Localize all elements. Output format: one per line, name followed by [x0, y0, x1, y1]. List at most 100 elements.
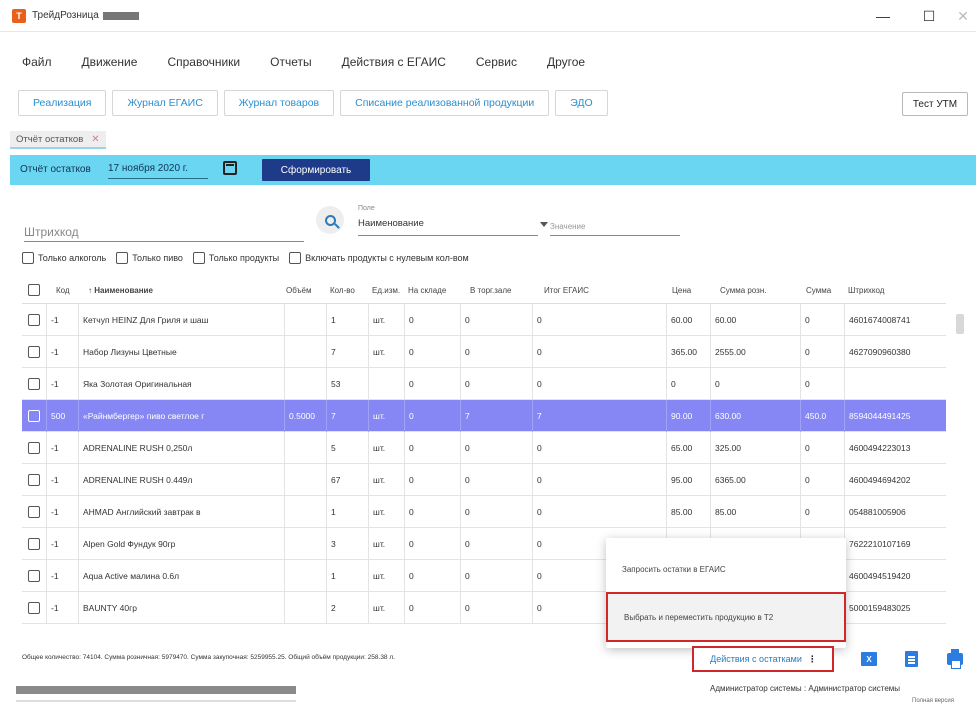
- generate-button[interactable]: Сформировать: [262, 159, 370, 181]
- tab-goods-journal[interactable]: Журнал товаров: [223, 90, 335, 116]
- tab-sales[interactable]: Реализация: [18, 90, 107, 116]
- scrollbar-thumb[interactable]: [956, 314, 964, 334]
- filter-label: Только пиво: [132, 253, 183, 263]
- stock-actions-button[interactable]: Действия с остатками ⋮: [692, 646, 834, 672]
- table-row[interactable]: -1 Кетчуп HEINZ Для Гриля и шаш 1 шт. 0 0 0 60.…: [22, 304, 946, 336]
- export-excel-button[interactable]: X: [854, 646, 884, 672]
- cell-egais: 0: [532, 304, 666, 336]
- col-code[interactable]: Код: [56, 286, 70, 295]
- document-tab[interactable]: Отчёт остатков ✕: [10, 131, 106, 149]
- filter-label: Только алкоголь: [38, 253, 107, 263]
- row-checkbox[interactable]: [28, 602, 40, 614]
- row-checkbox[interactable]: [28, 410, 40, 422]
- cell-volume: [284, 496, 326, 528]
- test-utm-button[interactable]: Тест УТМ: [902, 92, 968, 116]
- menu-file[interactable]: Файл: [22, 55, 52, 69]
- close-window-button[interactable]: ✕: [946, 0, 976, 32]
- filter-beer[interactable]: Только пиво: [116, 252, 183, 264]
- cell-egais: 0: [532, 368, 666, 400]
- col-price[interactable]: Цена: [672, 286, 691, 295]
- col-barcode[interactable]: Штрихкод: [848, 286, 884, 295]
- table-row[interactable]: -1 ADRENALINE RUSH 0,250л 5 шт. 0 0 0 65.00 325.…: [22, 432, 946, 464]
- filter-alcohol[interactable]: Только алкоголь: [22, 252, 106, 264]
- table-row[interactable]: -1 Яка Золотая Оригинальная 53 0 0 0 0 0 0: [22, 368, 946, 400]
- tab-egais-journal[interactable]: Журнал ЕГАИС: [112, 90, 218, 116]
- cell-qty: 1: [326, 560, 368, 592]
- table-row[interactable]: 500 «Райнмбергер» пиво светлое г 0.5000 7 шт…: [22, 400, 946, 432]
- filter-zero-qty[interactable]: Включать продукты с нулевым кол-вом: [289, 252, 469, 264]
- col-stock[interactable]: На складе: [408, 286, 446, 295]
- menu-service[interactable]: Сервис: [476, 55, 517, 69]
- cell-qty: 67: [326, 464, 368, 496]
- row-checkbox[interactable]: [28, 442, 40, 454]
- row-checkbox[interactable]: [28, 346, 40, 358]
- row-checkbox[interactable]: [28, 570, 40, 582]
- maximize-button[interactable]: ☐: [912, 0, 946, 32]
- menu-reports[interactable]: Отчеты: [270, 55, 311, 69]
- col-volume[interactable]: Объём: [286, 286, 312, 295]
- report-date-field[interactable]: 17 ноября 2020 г.: [108, 161, 208, 179]
- minimize-button[interactable]: —: [866, 0, 900, 32]
- checkbox[interactable]: [116, 252, 129, 264]
- col-hall[interactable]: В торг.зале: [470, 286, 511, 295]
- col-sum-retail[interactable]: Сумма розн.: [720, 286, 766, 295]
- cell-sum: 450.0: [800, 400, 844, 432]
- row-checkbox[interactable]: [28, 378, 40, 390]
- export-document-button[interactable]: [896, 646, 926, 672]
- barcode-input[interactable]: [24, 222, 304, 242]
- tab-edo[interactable]: ЭДО: [555, 90, 608, 116]
- row-checkbox[interactable]: [28, 314, 40, 326]
- search-button[interactable]: [316, 206, 344, 234]
- menu-bar: Файл Движение Справочники Отчеты Действи…: [0, 50, 976, 74]
- move-products-t2-item[interactable]: Выбрать и переместить продукцию в Т2: [606, 592, 846, 642]
- table-row[interactable]: -1 AHMAD Английский завтрак в 1 шт. 0 0 0 85.00…: [22, 496, 946, 528]
- cell-qty: 2: [326, 592, 368, 624]
- menu-egais-actions[interactable]: Действия с ЕГАИС: [342, 55, 446, 69]
- chevron-down-icon: [540, 222, 548, 227]
- cell-name: Alpen Gold Фундук 90гр: [78, 528, 284, 560]
- cell-sum-retail: 2555.00: [710, 336, 800, 368]
- cell-price: 95.00: [666, 464, 710, 496]
- cell-unit: шт.: [368, 464, 404, 496]
- col-egais[interactable]: Итог ЕГАИС: [544, 286, 589, 295]
- cell-volume: [284, 304, 326, 336]
- version-label: Полная версия: [912, 698, 954, 704]
- close-tab-icon[interactable]: ✕: [91, 134, 99, 145]
- col-name[interactable]: ↑ Наименование: [88, 286, 153, 295]
- row-checkbox[interactable]: [28, 474, 40, 486]
- cell-hall: 0: [460, 336, 532, 368]
- checkbox[interactable]: [192, 252, 205, 264]
- calendar-icon[interactable]: [223, 161, 237, 175]
- row-checkbox[interactable]: [28, 538, 40, 550]
- checkbox[interactable]: [289, 252, 302, 264]
- table-scrollbar[interactable]: [954, 310, 966, 630]
- document-tab-label: Отчёт остатков: [16, 133, 84, 145]
- field-select[interactable]: Наименование: [358, 218, 548, 236]
- title-bar: T ТрейдРозница — ☐ ✕: [0, 0, 976, 32]
- menu-other[interactable]: Другое: [547, 55, 585, 69]
- col-qty[interactable]: Кол-во: [330, 286, 355, 295]
- cell-sum: 0: [800, 464, 844, 496]
- cell-unit: шт.: [368, 432, 404, 464]
- field-caption: Поле: [358, 205, 375, 212]
- filter-products[interactable]: Только продукты: [192, 252, 279, 264]
- cell-code: -1: [46, 432, 68, 464]
- menu-directories[interactable]: Справочники: [167, 55, 240, 69]
- col-sum[interactable]: Сумма: [806, 286, 831, 295]
- cell-name: Кетчуп HEINZ Для Гриля и шаш: [78, 304, 284, 336]
- print-button[interactable]: [940, 646, 970, 672]
- tab-writeoff[interactable]: Списание реализованной продукции: [340, 90, 550, 116]
- select-all-checkbox[interactable]: [28, 284, 40, 296]
- table-row[interactable]: -1 ADRENALINE RUSH 0.449л 67 шт. 0 0 0 95.00 636…: [22, 464, 946, 496]
- value-field[interactable]: Значение: [550, 218, 680, 236]
- col-unit[interactable]: Ед.изм.: [372, 286, 400, 295]
- menu-movement[interactable]: Движение: [82, 55, 138, 69]
- request-egais-stock-item[interactable]: Запросить остатки в ЕГАИС: [606, 544, 846, 594]
- report-label: Отчёт остатков: [20, 164, 91, 175]
- cell-qty: 7: [326, 336, 368, 368]
- checkbox[interactable]: [22, 252, 34, 264]
- row-checkbox[interactable]: [28, 506, 40, 518]
- cell-stock: 0: [404, 368, 460, 400]
- cell-unit: шт.: [368, 528, 404, 560]
- table-row[interactable]: -1 Набор Лизуны Цветные 7 шт. 0 0 0 365.00 2555.…: [22, 336, 946, 368]
